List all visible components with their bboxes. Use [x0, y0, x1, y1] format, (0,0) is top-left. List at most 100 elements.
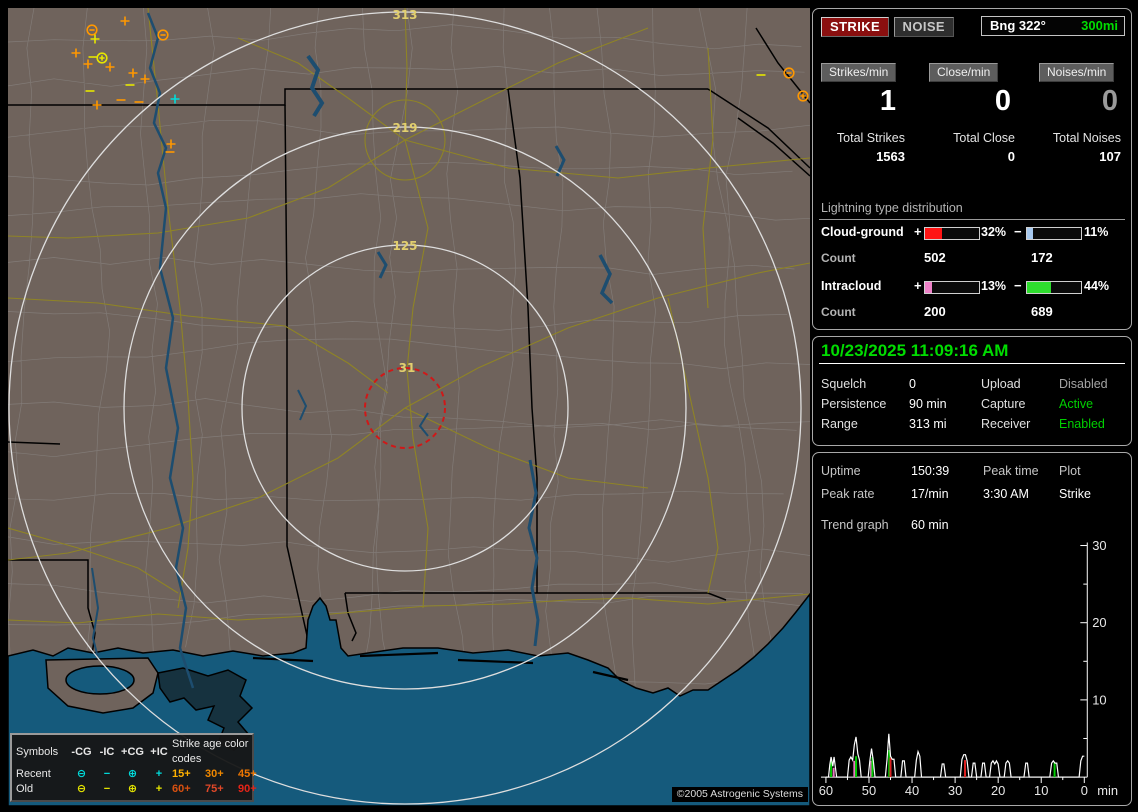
- ring-distance-label: 313: [392, 8, 417, 22]
- trend-x-tick-label: 40: [905, 783, 919, 798]
- plot-value: Strike: [1059, 487, 1091, 501]
- cg-minus-old-icon: ⊖: [68, 782, 95, 797]
- legend-recent-label: Recent: [16, 767, 68, 782]
- ring-distance-label: 31: [399, 361, 416, 375]
- age-code-15: 15+: [172, 767, 205, 782]
- strikes-per-min-label: Strikes/min: [821, 63, 896, 82]
- squelch-value: 0: [909, 377, 916, 391]
- ic-minus-old-icon: −: [95, 782, 119, 797]
- ring-distance-label: 125: [392, 239, 417, 253]
- trend-rate-line: [826, 734, 1084, 777]
- trend-graph-label: Trend graph: [821, 518, 889, 532]
- trend-window-value: 60 min: [911, 518, 949, 532]
- legend-recent-row: Recent ⊖ − ⊕ + 15+ 30+ 45+: [16, 767, 248, 782]
- ic-count-label: Count: [821, 305, 856, 319]
- ic-plus-count: 200: [924, 304, 946, 319]
- ic-plus-sign: +: [914, 278, 922, 293]
- trend-y-tick-label: 30: [1092, 538, 1106, 553]
- legend-col-ic-plus: +IC: [146, 745, 172, 760]
- total-noises-label: Total Noises: [1035, 131, 1121, 145]
- cloud-ground-label: Cloud-ground: [821, 225, 904, 239]
- age-code-45: 45+: [238, 767, 271, 782]
- strikes-per-min-value: 1: [821, 85, 896, 118]
- cg-count-label: Count: [821, 251, 856, 265]
- cg-plus-old-icon: ⊕: [119, 782, 146, 797]
- range-value: 300mi: [1081, 18, 1118, 33]
- legend-age-title: Strike age color codes: [172, 737, 271, 767]
- counters-panel: STRIKE NOISE Bng 322° 300mi Strikes/min …: [812, 8, 1132, 330]
- upload-label: Upload: [981, 377, 1021, 391]
- cg-minus-recent-icon: ⊖: [68, 767, 95, 782]
- distribution-divider: [819, 219, 1125, 220]
- uptime-label: Uptime: [821, 464, 861, 478]
- peak-time-label: Peak time: [983, 464, 1039, 478]
- strike-mode-button[interactable]: STRIKE: [821, 17, 889, 37]
- cg-plus-percent: 32%: [981, 225, 1006, 239]
- map-legend: Symbols -CG -IC +CG +IC Strike age color…: [10, 733, 254, 802]
- trend-x-tick-label: 10: [1034, 783, 1048, 798]
- ic-plus-percent: 13%: [981, 279, 1006, 293]
- distribution-title: Lightning type distribution: [821, 201, 963, 215]
- lightning-map[interactable]: 313 219 125 31 Symbols -CG -IC +CG +IC Stri…: [8, 8, 810, 806]
- receiver-status: Enabled: [1059, 417, 1105, 431]
- cg-plus-sign: +: [914, 224, 922, 239]
- receiver-label: Receiver: [981, 417, 1030, 431]
- cg-minus-bar: [1026, 227, 1082, 240]
- session-panel: 3020106050403020100min Uptime 150:39 Pea…: [812, 452, 1132, 806]
- legend-old-row: Old ⊖ − ⊕ + 60+ 75+ 90+: [16, 782, 248, 797]
- ic-plus-old-icon: +: [146, 782, 172, 797]
- age-code-30: 30+: [205, 767, 238, 782]
- legend-col-ic-minus: -IC: [95, 745, 119, 760]
- ic-minus-sign: −: [1014, 278, 1022, 293]
- trend-graph: 3020106050403020100min: [813, 453, 1131, 805]
- cg-plus-recent-icon: ⊕: [119, 767, 146, 782]
- peak-rate-label: Peak rate: [821, 487, 875, 501]
- uptime-value: 150:39: [911, 464, 949, 478]
- ic-minus-bar: [1026, 281, 1082, 294]
- trend-x-tick-label: 50: [862, 783, 876, 798]
- cg-plus-bar: [924, 227, 980, 240]
- map-canvas[interactable]: 313 219 125 31: [8, 8, 810, 806]
- trend-x-tick-label: 30: [948, 783, 962, 798]
- close-per-min-value: 0: [933, 85, 1011, 118]
- total-strikes-value: 1563: [821, 149, 905, 164]
- copyright-notice: ©2005 Astrogenic Systems: [672, 787, 808, 802]
- trend-y-tick-label: 20: [1092, 615, 1106, 630]
- ic-minus-percent: 44%: [1084, 279, 1109, 293]
- total-noises-value: 107: [1035, 149, 1121, 164]
- range-value: 313 mi: [909, 417, 947, 431]
- capture-status: Active: [1059, 397, 1093, 411]
- legend-col-cg-plus: +CG: [119, 745, 146, 760]
- lake-pontchartrain: [66, 666, 134, 694]
- legend-symbols-title: Symbols: [16, 745, 68, 760]
- capture-label: Capture: [981, 397, 1025, 411]
- age-code-75: 75+: [205, 782, 238, 797]
- noise-mode-button[interactable]: NOISE: [894, 17, 954, 37]
- cg-minus-count: 172: [1031, 250, 1053, 265]
- age-code-60: 60+: [172, 782, 205, 797]
- ic-minus-count: 689: [1031, 304, 1053, 319]
- total-close-label: Total Close: [929, 131, 1015, 145]
- bearing-range-readout: Bng 322° 300mi: [981, 16, 1125, 36]
- plot-label: Plot: [1059, 464, 1081, 478]
- legend-old-label: Old: [16, 782, 68, 797]
- ic-minus-recent-icon: −: [95, 767, 119, 782]
- cg-plus-count: 502: [924, 250, 946, 265]
- noises-per-min-value: 0: [1041, 85, 1118, 118]
- cg-minus-percent: 11%: [1084, 225, 1108, 239]
- persistence-value: 90 min: [909, 397, 947, 411]
- trend-x-tick-label: 0: [1081, 783, 1088, 798]
- nexstorm-app-window: 313 219 125 31 Symbols -CG -IC +CG +IC Stri…: [0, 0, 1138, 812]
- peak-rate-value: 17/min: [911, 487, 949, 501]
- ring-distance-label: 219: [392, 121, 417, 135]
- bearing-value: Bng 322°: [990, 18, 1046, 33]
- peak-time-value: 3:30 AM: [983, 487, 1029, 501]
- trend-x-unit-label: min: [1097, 783, 1118, 798]
- upload-status: Disabled: [1059, 377, 1108, 391]
- datetime-divider: [819, 363, 1125, 364]
- total-close-value: 0: [929, 149, 1015, 164]
- total-strikes-label: Total Strikes: [821, 131, 905, 145]
- ic-plus-recent-icon: +: [146, 767, 172, 782]
- persistence-label: Persistence: [821, 397, 886, 411]
- ic-plus-bar: [924, 281, 980, 294]
